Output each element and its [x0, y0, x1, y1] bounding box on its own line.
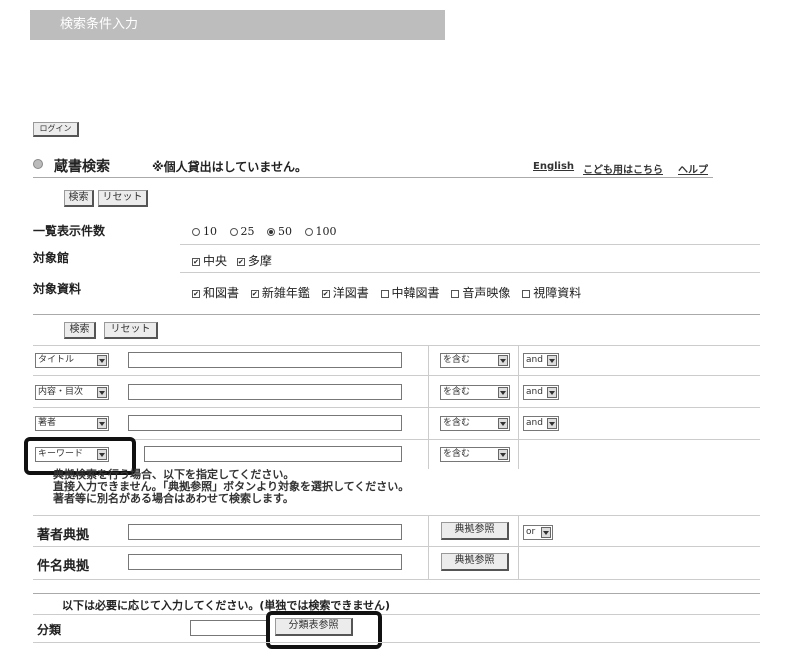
english-link[interactable]: English — [533, 161, 574, 172]
reset-button-top[interactable]: リセット — [98, 190, 148, 207]
field-select-1[interactable]: 内容・目次 — [35, 385, 109, 400]
section-divider — [33, 593, 760, 594]
section-title: 蔵書検索 — [54, 159, 110, 175]
match-select-2[interactable]: を含む — [440, 416, 510, 431]
search-button-top[interactable]: 検索 — [64, 190, 94, 207]
section-divider — [33, 314, 760, 315]
login-button[interactable]: ログイン — [33, 122, 79, 137]
count-radio-25[interactable] — [229, 228, 238, 236]
match-select-0[interactable]: を含む — [440, 353, 510, 368]
search-input-0[interactable] — [128, 352, 402, 368]
logic-select-0[interactable]: and — [523, 353, 559, 368]
count-radio-10[interactable] — [192, 228, 200, 236]
logic-select-2[interactable]: and — [523, 416, 559, 431]
search-input-1[interactable] — [128, 384, 402, 400]
author-authority-label: 著者典拠 — [37, 528, 90, 543]
col-divider — [428, 345, 429, 440]
reset-button[interactable]: リセット — [104, 322, 158, 339]
material-check-5[interactable] — [522, 289, 531, 298]
subject-authority-label: 件名典拠 — [37, 559, 90, 574]
col-divider — [428, 515, 429, 579]
library-options: 中央 多摩 — [192, 252, 272, 269]
row-divider — [33, 345, 760, 346]
material-check-1[interactable] — [250, 289, 259, 298]
match-select-1[interactable]: を含む — [440, 385, 510, 400]
row-divider — [33, 642, 760, 643]
notice-text: ※個人貸出はしていません。 — [152, 160, 307, 174]
field-select-2[interactable]: 著者 — [35, 416, 109, 431]
material-check-3[interactable] — [380, 289, 389, 298]
row-divider — [33, 439, 760, 440]
classification-input[interactable] — [190, 620, 268, 636]
kids-link[interactable]: こども用はこちら — [583, 161, 663, 176]
row-divider — [180, 272, 760, 273]
classification-label: 分類 — [37, 623, 62, 637]
logic-select-1[interactable]: and — [523, 385, 559, 400]
material-check-0[interactable] — [192, 289, 200, 298]
col-divider — [428, 439, 429, 469]
row-divider — [33, 614, 760, 615]
row-divider — [180, 244, 760, 245]
search-input-2[interactable] — [128, 415, 402, 431]
count-label: 一覧表示件数 — [33, 224, 106, 238]
search-button[interactable]: 検索 — [64, 322, 96, 339]
match-select-3[interactable]: を含む — [440, 447, 510, 462]
author-authority-input[interactable] — [128, 524, 402, 540]
library-check-tama[interactable] — [236, 257, 245, 266]
highlight-box — [266, 611, 382, 649]
library-label: 対象館 — [33, 251, 70, 265]
author-logic-select[interactable]: or — [523, 525, 553, 540]
subject-ref-button[interactable]: 典拠参照 — [441, 553, 509, 571]
count-radio-50[interactable] — [267, 228, 275, 236]
row-divider — [33, 515, 760, 516]
section-divider — [33, 177, 713, 178]
material-check-4[interactable] — [451, 289, 460, 298]
material-options: 和図書 新雑年鑑 洋図書 中韓図書 音声映像 視障資料 — [192, 284, 581, 301]
row-divider — [33, 546, 760, 547]
col-divider — [518, 515, 519, 579]
help-link[interactable]: ヘルプ — [678, 161, 708, 176]
bullet-icon — [33, 159, 43, 169]
library-check-chuo[interactable] — [192, 257, 200, 266]
authority-note: 典拠検索を行う場合、以下を指定してください。 直接入力できません。「典拠参照」ボ… — [53, 468, 410, 505]
row-divider — [33, 579, 760, 580]
count-radio-100[interactable] — [304, 228, 313, 236]
row-divider — [33, 407, 760, 408]
row-divider — [33, 375, 760, 376]
subject-authority-input[interactable] — [128, 554, 402, 570]
material-check-2[interactable] — [321, 289, 330, 298]
search-input-3[interactable] — [144, 446, 402, 462]
page-title: 検索条件入力 — [30, 10, 445, 40]
author-ref-button[interactable]: 典拠参照 — [441, 522, 509, 540]
count-options: 10 25 50 100 — [192, 225, 337, 238]
field-select-0[interactable]: タイトル — [35, 353, 109, 368]
material-label: 対象資料 — [33, 282, 82, 296]
